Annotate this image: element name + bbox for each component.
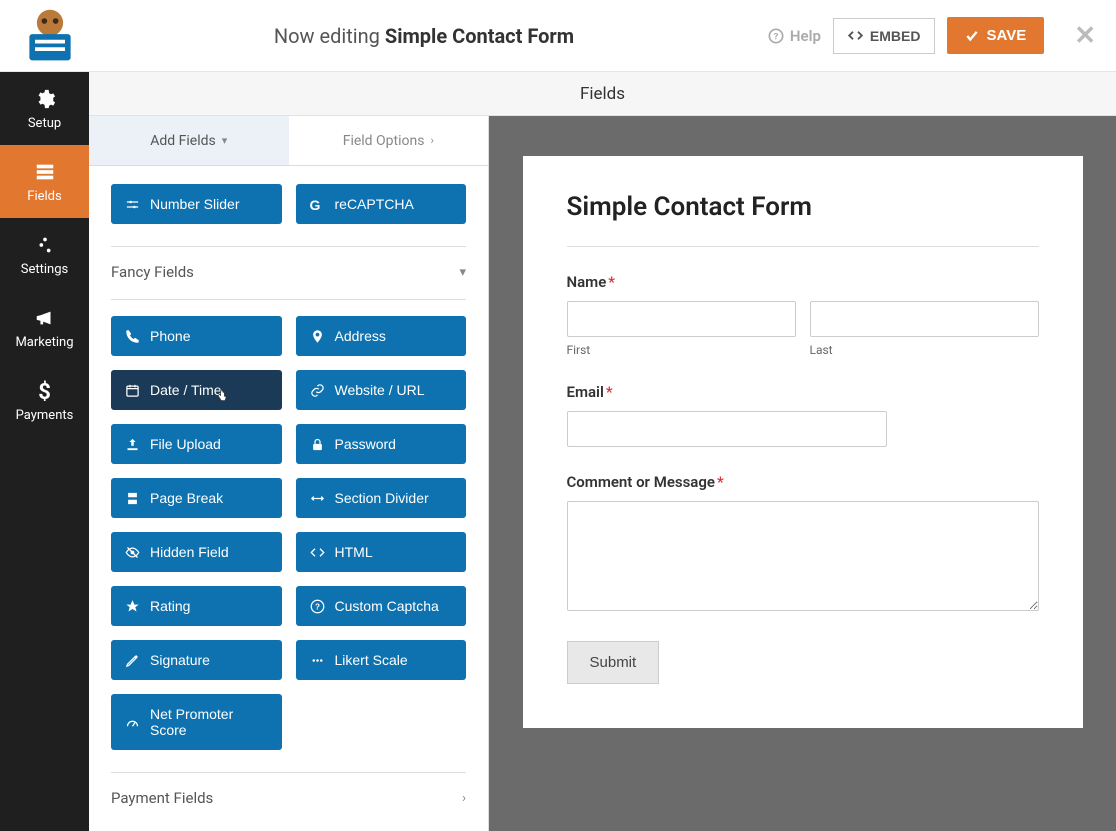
nav-payments[interactable]: $ Payments (0, 364, 89, 437)
field-file-upload[interactable]: File Upload (111, 424, 282, 464)
form-title: Simple Contact Form (567, 192, 1039, 222)
check-icon (965, 29, 979, 43)
field-recaptcha[interactable]: G reCAPTCHA (296, 184, 467, 224)
field-email[interactable]: Email* (567, 383, 1039, 447)
field-section-divider[interactable]: Section Divider (296, 478, 467, 518)
field-password[interactable]: Password (296, 424, 467, 464)
nav-fields[interactable]: Fields (0, 145, 89, 218)
upload-icon (125, 437, 140, 452)
tab-field-options[interactable]: Field Options › (289, 116, 489, 165)
gear-icon (34, 88, 56, 110)
map-pin-icon (310, 329, 325, 344)
help-button[interactable]: ? Help (768, 27, 821, 45)
lock-icon (310, 437, 325, 452)
submit-button[interactable]: Submit (567, 641, 660, 684)
comment-textarea[interactable] (567, 501, 1039, 611)
section-payment-fields[interactable]: Payment Fields › (111, 789, 466, 813)
form-icon (34, 161, 56, 183)
link-icon (310, 383, 325, 398)
top-bar: Now editing Simple Contact Form ? Help E… (0, 0, 1116, 72)
field-page-break[interactable]: Page Break (111, 478, 282, 518)
field-signature[interactable]: Signature (111, 640, 282, 680)
close-button[interactable]: ✕ (1074, 21, 1096, 51)
field-hidden-field[interactable]: Hidden Field (111, 532, 282, 572)
arrows-h-icon (310, 491, 325, 506)
bullhorn-icon (34, 307, 56, 329)
email-input[interactable] (567, 411, 888, 447)
editing-title: Now editing Simple Contact Form (80, 24, 768, 48)
star-icon (125, 599, 140, 614)
save-button[interactable]: SAVE (947, 17, 1044, 54)
question-circle-icon: ? (310, 599, 325, 614)
pencil-icon (125, 653, 140, 668)
chevron-down-icon: ▾ (222, 134, 228, 147)
chevron-right-icon: › (462, 791, 466, 806)
form-preview: Simple Contact Form Name* First Last (489, 116, 1116, 831)
form-card: Simple Contact Form Name* First Last (523, 156, 1083, 728)
fields-sidebar: Add Fields ▾ Field Options › Number Slid… (89, 116, 489, 831)
field-number-slider[interactable]: Number Slider (111, 184, 282, 224)
last-name-input[interactable] (810, 301, 1039, 337)
eye-slash-icon (125, 545, 140, 560)
chevron-down-icon: ▾ (459, 265, 466, 280)
code-icon (848, 28, 863, 43)
wpforms-logo (20, 8, 80, 63)
nav-marketing[interactable]: Marketing (0, 291, 89, 364)
field-rating[interactable]: Rating (111, 586, 282, 626)
gauge-icon (125, 715, 140, 730)
embed-button[interactable]: EMBED (833, 18, 936, 54)
field-website-url[interactable]: Website / URL (296, 370, 467, 410)
editing-prefix: Now editing (274, 24, 385, 48)
phone-icon (125, 329, 140, 344)
field-html[interactable]: HTML (296, 532, 467, 572)
chevron-right-icon: › (430, 134, 433, 147)
first-name-input[interactable] (567, 301, 796, 337)
nav-setup[interactable]: Setup (0, 72, 89, 145)
section-fancy-fields[interactable]: Fancy Fields ▾ (111, 263, 466, 287)
field-name[interactable]: Name* First Last (567, 273, 1039, 357)
email-label: Email* (567, 383, 1039, 401)
tab-add-fields[interactable]: Add Fields ▾ (89, 116, 289, 165)
calendar-icon (125, 383, 140, 398)
name-label: Name* (567, 273, 1039, 291)
comment-label: Comment or Message* (567, 473, 1039, 491)
dollar-icon: $ (34, 380, 56, 402)
top-actions: ? Help EMBED SAVE ✕ (768, 17, 1096, 54)
left-nav: Setup Fields Settings Marketing $ Paymen… (0, 72, 89, 831)
nav-settings[interactable]: Settings (0, 218, 89, 291)
field-phone[interactable]: Phone (111, 316, 282, 356)
svg-text:?: ? (774, 31, 779, 42)
page-break-icon (125, 491, 140, 506)
field-address[interactable]: Address (296, 316, 467, 356)
form-name: Simple Contact Form (385, 24, 574, 48)
field-comment[interactable]: Comment or Message* (567, 473, 1039, 615)
ellipsis-icon (310, 653, 325, 668)
code-icon (310, 545, 325, 560)
field-likert-scale[interactable]: Likert Scale (296, 640, 467, 680)
field-custom-captcha[interactable]: ? Custom Captcha (296, 586, 467, 626)
field-nps[interactable]: Net Promoter Score (111, 694, 282, 750)
svg-text:?: ? (315, 602, 320, 611)
help-icon: ? (768, 28, 784, 44)
subheader: Fields (89, 72, 1116, 116)
google-icon: G (310, 197, 325, 212)
first-sublabel: First (567, 343, 796, 357)
sliders-icon (125, 197, 140, 212)
field-date-time[interactable]: Date / Time (111, 370, 282, 410)
sliders-icon (34, 234, 56, 256)
last-sublabel: Last (810, 343, 1039, 357)
